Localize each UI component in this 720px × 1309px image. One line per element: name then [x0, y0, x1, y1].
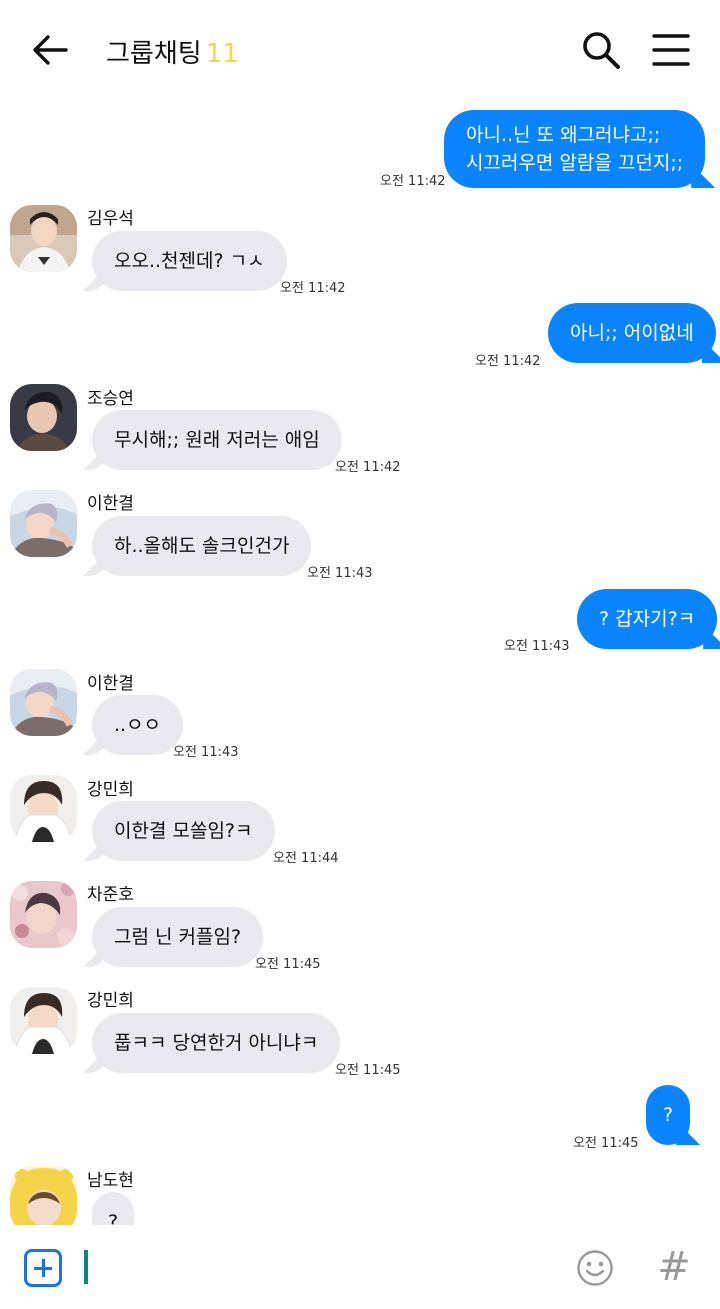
emoji-button[interactable] — [576, 1249, 614, 1287]
profile-photo — [10, 1166, 77, 1225]
message-bubble-incoming[interactable]: 풉ㅋㅋ 당연한거 아니냐ㅋ — [92, 1013, 341, 1073]
chat-title: 그룹채팅 — [106, 39, 202, 69]
profile-photo — [10, 987, 77, 1054]
message-bubble-outgoing[interactable]: ? 갑자기?ㅋ — [577, 589, 718, 649]
avatar[interactable] — [10, 669, 77, 736]
profile-photo — [10, 490, 77, 557]
avatar[interactable] — [10, 490, 77, 557]
sender-name: 남도현 — [87, 1171, 134, 1191]
member-count: 11 — [205, 39, 239, 69]
smiley-icon — [577, 1250, 613, 1286]
message-bubble-outgoing[interactable]: 아니..닌 또 왜그러냐고;; 시끄러우면 알람을 끄던지;; — [444, 110, 706, 188]
search-button[interactable] — [580, 29, 622, 71]
message-bubble-incoming[interactable]: 이한결 모쏠임?ㅋ — [92, 801, 275, 861]
avatar[interactable] — [10, 1166, 77, 1225]
hashtag-button[interactable]: # — [654, 1245, 694, 1289]
message-bubble-incoming[interactable]: ? — [92, 1192, 135, 1225]
sender-name: 차준호 — [87, 885, 134, 905]
profile-photo — [10, 775, 77, 842]
message-time: 오전 11:42 — [335, 460, 401, 475]
chat-list[interactable]: 아니..닌 또 왜그러냐고;; 시끄러우면 알람을 끄던지;; 오전 11:42… — [0, 100, 720, 1225]
profile-photo — [10, 881, 77, 948]
menu-button[interactable] — [650, 30, 692, 70]
message-time: 오전 11:43 — [173, 745, 239, 760]
avatar[interactable] — [10, 205, 77, 272]
hashtag-icon: # — [657, 1244, 691, 1290]
message-composer: # — [0, 1225, 720, 1309]
message-bubble-outgoing[interactable]: ? — [646, 1085, 691, 1145]
profile-photo — [10, 205, 77, 272]
message-time: 오전 11:45 — [255, 957, 321, 972]
message-text-line: 아니..닌 또 왜그러냐고;; — [466, 124, 661, 146]
search-icon — [583, 32, 620, 69]
message-bubble-incoming[interactable]: 무시해;; 원래 저러는 애임 — [92, 410, 342, 470]
arrow-left-icon — [33, 35, 68, 65]
avatar[interactable] — [10, 881, 77, 948]
profile-photo — [10, 669, 77, 736]
message-bubble-incoming[interactable]: 그럼 닌 커플임? — [92, 907, 264, 967]
message-time: 오전 11:45 — [573, 1136, 639, 1151]
sender-name: 강민희 — [87, 780, 134, 800]
message-time: 오전 11:44 — [273, 851, 339, 866]
avatar[interactable] — [10, 384, 77, 451]
text-cursor — [84, 1250, 88, 1284]
message-time: 오전 11:42 — [475, 354, 541, 369]
message-input[interactable] — [84, 1249, 554, 1285]
profile-photo — [10, 384, 77, 451]
message-time: 오전 11:45 — [335, 1063, 401, 1078]
chat-header: 그룹채팅 11 — [0, 0, 720, 100]
sender-name: 김우석 — [87, 209, 134, 229]
page-title: 그룹채팅 11 — [106, 33, 239, 70]
message-time: 오전 11:43 — [504, 639, 570, 654]
message-bubble-outgoing[interactable]: 아니;; 어이없네 — [548, 303, 716, 363]
message-text-line: 시끄러우면 알람을 끄던지;; — [466, 152, 684, 174]
add-attachment-button[interactable] — [24, 1249, 62, 1287]
message-time: 오전 11:42 — [280, 281, 346, 296]
menu-icon — [652, 34, 690, 66]
message-time: 오전 11:42 — [380, 174, 446, 189]
avatar[interactable] — [10, 987, 77, 1054]
message-time: 오전 11:43 — [307, 566, 373, 581]
back-button[interactable] — [30, 30, 70, 70]
message-bubble-incoming[interactable]: 오오..천젠데? ㄱㅅ — [92, 231, 287, 291]
sender-name: 강민희 — [87, 991, 134, 1011]
sender-name: 이한결 — [87, 674, 134, 694]
message-bubble-incoming[interactable]: ..ㅇㅇ — [92, 695, 184, 755]
message-bubble-incoming[interactable]: 하..올해도 솔크인건가 — [92, 516, 312, 576]
sender-name: 이한결 — [87, 494, 134, 514]
avatar[interactable] — [10, 775, 77, 842]
sender-name: 조승연 — [87, 389, 134, 409]
